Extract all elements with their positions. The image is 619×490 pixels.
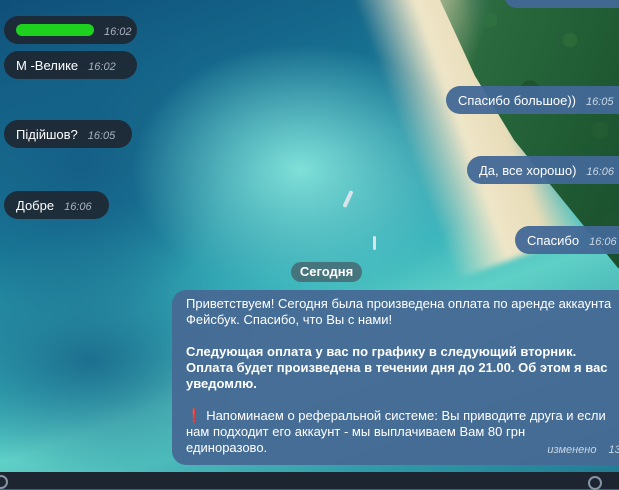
- outgoing-message[interactable]: Да, все хорошо) 16:06: [467, 156, 619, 184]
- message-line: Приветствуем! Сегодня была произведена о…: [186, 296, 612, 311]
- message-line-bold: Оплата будет произведена в течении дня д…: [186, 360, 608, 375]
- message-text: Добре: [16, 198, 55, 213]
- message-text: Спасибо: [527, 233, 580, 248]
- outgoing-message[interactable]: [504, 0, 619, 8]
- message-time: 16:05: [586, 96, 614, 108]
- message-meta: изменено 13:56: [547, 442, 619, 458]
- message-time: 16:02: [104, 26, 132, 38]
- message-time: 16:06: [589, 236, 617, 248]
- incoming-message[interactable]: Добре 16:06: [4, 191, 109, 219]
- message-text: Спасибо большое)): [458, 93, 577, 108]
- incoming-message[interactable]: Підійшов? 16:05: [4, 120, 132, 148]
- edited-label: изменено: [547, 444, 597, 456]
- message-line: нам подходит его аккаунт - мы выплачивае…: [186, 424, 526, 439]
- exclamation-icon: ❗: [186, 408, 203, 423]
- message-text: Підійшов?: [16, 127, 78, 142]
- message-line: ❗ Напоминаем о реферальной системе: Вы пр…: [186, 408, 618, 424]
- message-line-text: Напоминаем о реферальной системе: Вы при…: [206, 408, 606, 423]
- message-time: 16:06: [64, 201, 92, 213]
- redacted-text: [16, 24, 94, 36]
- incoming-message[interactable]: 16:02: [4, 16, 137, 44]
- attach-icon[interactable]: [0, 475, 8, 489]
- message-time: 13:56: [608, 444, 619, 456]
- message-line-bold: Следующая оплата у вас по графику в след…: [186, 344, 577, 359]
- message-time: 16:02: [88, 61, 116, 73]
- message-time: 16:06: [586, 166, 614, 178]
- wallpaper-boat: [373, 236, 376, 250]
- outgoing-message[interactable]: Спасибо большое)) 16:05: [446, 86, 619, 114]
- message-line: Фейсбук. Спасибо, что Вы с нами!: [186, 312, 393, 327]
- emoji-icon[interactable]: [588, 476, 602, 490]
- date-separator: Сегодня: [291, 262, 362, 282]
- outgoing-message-long[interactable]: Приветствуем! Сегодня была произведена о…: [172, 290, 619, 465]
- message-text: М -Велике: [16, 58, 79, 73]
- message-time: 16:05: [87, 130, 116, 142]
- incoming-message[interactable]: М -Велике 16:02: [4, 51, 137, 79]
- message-line-bold: уведомлю.: [186, 376, 257, 391]
- composer-bar[interactable]: [0, 472, 619, 490]
- outgoing-message[interactable]: Спасибо 16:06: [515, 226, 619, 254]
- message-text: Да, все хорошо): [479, 163, 577, 178]
